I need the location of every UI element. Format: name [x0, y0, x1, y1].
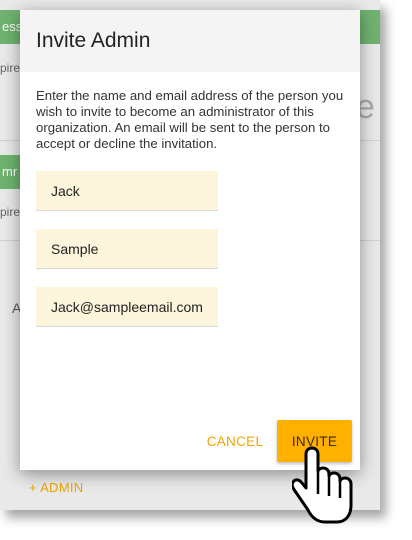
cancel-button[interactable]: CANCEL — [200, 420, 270, 462]
background-bar-text: mr — [2, 164, 18, 179]
dialog-title: Invite Admin — [36, 29, 151, 52]
hand-pointer-icon — [292, 446, 353, 524]
add-admin-link[interactable]: + ADMIN — [29, 480, 83, 495]
last-name-field[interactable] — [36, 229, 218, 269]
first-name-field[interactable] — [36, 171, 218, 211]
dialog-description: Enter the name and email address of the … — [36, 88, 344, 151]
invite-admin-dialog: Invite Admin Enter the name and email ad… — [20, 10, 360, 470]
dialog-header: Invite Admin — [20, 10, 360, 72]
email-field[interactable] — [36, 287, 218, 327]
